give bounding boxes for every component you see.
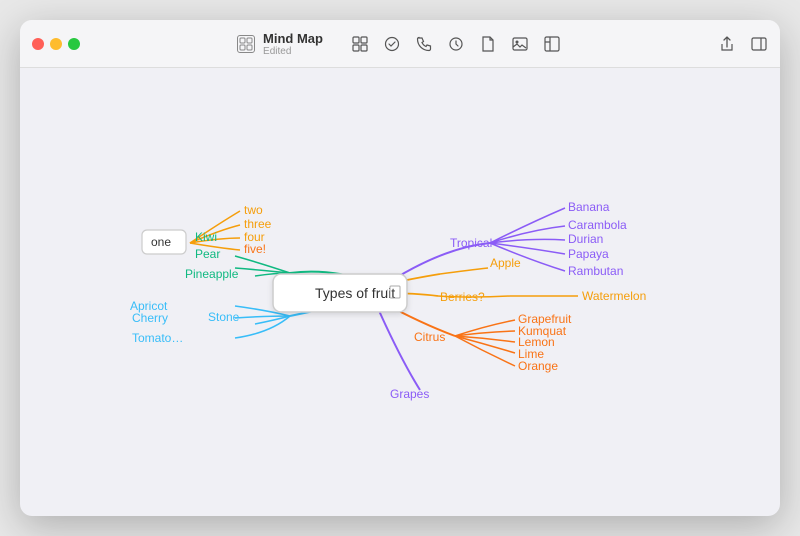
app-window: Mind Map Edited	[20, 20, 780, 516]
svg-text:Citrus: Citrus	[414, 330, 445, 344]
svg-text:Kiwi: Kiwi	[195, 230, 217, 244]
svg-text:Banana: Banana	[568, 200, 610, 214]
traffic-lights	[32, 38, 80, 50]
mindmap-svg: Types of fruit Tropical Banana Carambola…	[20, 68, 780, 516]
minimize-button[interactable]	[50, 38, 62, 50]
svg-text:two: two	[244, 203, 263, 217]
svg-text:Watermelon: Watermelon	[582, 289, 646, 303]
svg-text:Pear: Pear	[195, 247, 220, 261]
svg-text:Tomato…: Tomato…	[132, 331, 183, 345]
close-button[interactable]	[32, 38, 44, 50]
app-title: Mind Map	[263, 31, 323, 46]
toolbar-icons	[351, 35, 561, 53]
svg-text:Stone: Stone	[208, 310, 240, 324]
canvas: Types of fruit Tropical Banana Carambola…	[20, 68, 780, 516]
grid-icon[interactable]	[351, 35, 369, 53]
history-icon[interactable]	[447, 35, 465, 53]
svg-text:Tropical: Tropical	[450, 236, 492, 250]
svg-text:Grapes: Grapes	[390, 387, 429, 401]
svg-text:three: three	[244, 217, 272, 231]
svg-text:Types of fruit: Types of fruit	[315, 285, 395, 301]
share-icon[interactable]	[718, 35, 736, 53]
phone-icon[interactable]	[415, 35, 433, 53]
svg-text:Berries?: Berries?	[440, 290, 485, 304]
titlebar-center: Mind Map Edited	[80, 31, 718, 57]
svg-text:Papaya: Papaya	[568, 247, 609, 261]
sidebar-icon[interactable]	[750, 35, 768, 53]
svg-text:Cherry: Cherry	[132, 311, 168, 325]
document-icon[interactable]	[479, 35, 497, 53]
svg-text:five!: five!	[244, 242, 266, 256]
layout-icon[interactable]	[543, 35, 561, 53]
image-icon[interactable]	[511, 35, 529, 53]
app-icon	[237, 35, 255, 53]
checkmark-circle-icon[interactable]	[383, 35, 401, 53]
svg-text:Carambola: Carambola	[568, 218, 627, 232]
title-text: Mind Map Edited	[263, 31, 323, 57]
maximize-button[interactable]	[68, 38, 80, 50]
svg-text:Pineapple: Pineapple	[185, 267, 239, 281]
svg-text:Rambutan: Rambutan	[568, 264, 623, 278]
app-subtitle: Edited	[263, 46, 291, 57]
svg-text:Durian: Durian	[568, 232, 603, 246]
titlebar: Mind Map Edited	[20, 20, 780, 68]
svg-text:Orange: Orange	[518, 359, 558, 373]
svg-text:Apple: Apple	[490, 256, 521, 270]
titlebar-right	[718, 35, 768, 53]
svg-text:one: one	[151, 235, 171, 249]
